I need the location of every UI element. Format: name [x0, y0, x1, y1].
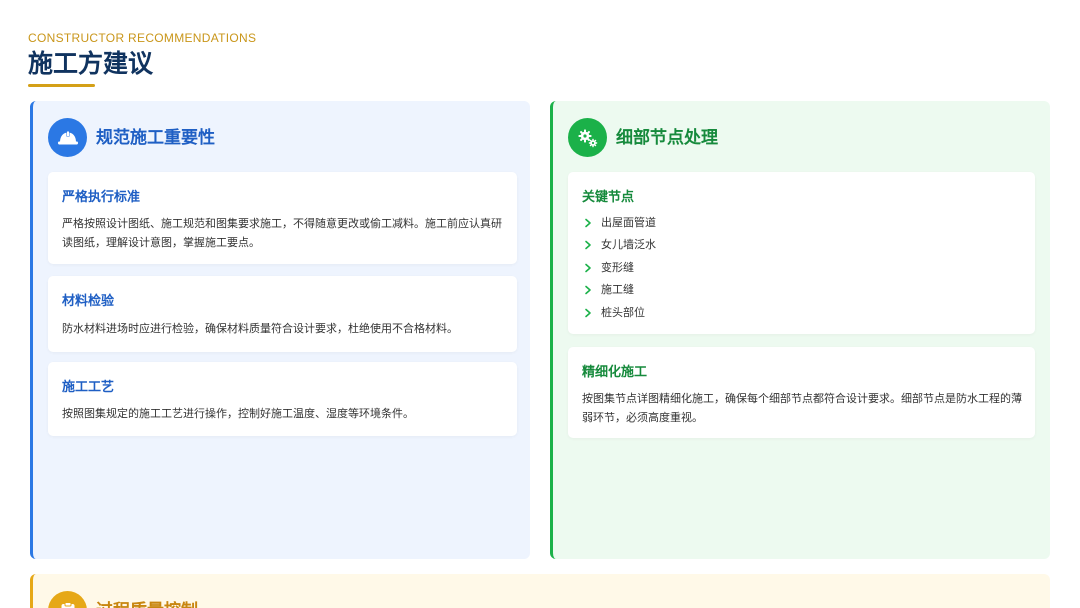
standards-card-header: 规范施工重要性: [48, 118, 215, 157]
hard-hat-icon: [48, 118, 87, 157]
list-item-label: 桩头部位: [601, 306, 645, 319]
details-card-title: 细部节点处理: [616, 127, 718, 148]
list-item-label: 女儿墙泛水: [601, 238, 656, 251]
chevron-right-icon: [584, 305, 600, 321]
refined-construction-heading: 精细化施工: [582, 365, 648, 380]
standards-card-title: 规范施工重要性: [96, 127, 215, 148]
clipboard-icon: [48, 591, 87, 608]
standards-item-box: 施工工艺 按照图集规定的施工工艺进行操作，控制好施工温度、湿度等环境条件。: [48, 362, 517, 436]
standards-item-text: 按照图集规定的施工工艺进行操作，控制好施工温度、湿度等环境条件。: [62, 407, 414, 420]
list-item: 变形缝: [584, 260, 634, 276]
standards-item-text: 严格按照设计图纸、施工规范和图集要求施工，不得随意更改或偷工减料。施工前应认真研…: [62, 217, 502, 249]
chevron-right-icon: [584, 215, 600, 231]
details-card: 细部节点处理 关键节点 出屋面管道 女儿墙泛水 变形缝 施工缝 桩头部位 精细化…: [550, 101, 1050, 559]
chevron-right-icon: [584, 282, 600, 298]
standards-item-text: 防水材料进场时应进行检验，确保材料质量符合设计要求，杜绝使用不合格材料。: [62, 322, 458, 335]
standards-item-box: 严格执行标准 严格按照设计图纸、施工规范和图集要求施工，不得随意更改或偷工减料。…: [48, 172, 517, 264]
list-item-label: 出屋面管道: [601, 216, 656, 229]
list-item: 女儿墙泛水: [584, 237, 656, 253]
page-title: 施工方建议: [28, 49, 154, 78]
gears-icon: [568, 118, 607, 157]
standards-card: 规范施工重要性 严格执行标准 严格按照设计图纸、施工规范和图集要求施工，不得随意…: [30, 101, 530, 559]
quality-card-header: 过程质量控制: [48, 591, 198, 608]
standards-item-box: 材料检验 防水材料进场时应进行检验，确保材料质量符合设计要求，杜绝使用不合格材料…: [48, 276, 517, 352]
standards-item-heading: 材料检验: [62, 294, 115, 309]
refined-construction-box: 精细化施工 按图集节点详图精细化施工，确保每个细部节点都符合设计要求。细部节点是…: [568, 347, 1035, 438]
header-kicker: CONSTRUCTOR RECOMMENDATIONS: [28, 31, 257, 45]
chevron-right-icon: [584, 237, 600, 253]
list-item: 桩头部位: [584, 305, 645, 321]
key-nodes-heading: 关键节点: [582, 190, 635, 205]
title-underline: [28, 84, 95, 87]
list-item: 施工缝: [584, 282, 634, 298]
list-item: 出屋面管道: [584, 215, 656, 231]
list-item-label: 变形缝: [601, 261, 634, 274]
standards-item-heading: 施工工艺: [62, 380, 115, 395]
quality-card: 过程质量控制: [30, 574, 1050, 608]
refined-construction-text: 按图集节点详图精细化施工，确保每个细部节点都符合设计要求。细部节点是防水工程的薄…: [582, 392, 1022, 424]
details-card-header: 细部节点处理: [568, 118, 718, 157]
standards-item-heading: 严格执行标准: [62, 190, 141, 205]
quality-card-title: 过程质量控制: [96, 599, 198, 608]
chevron-right-icon: [584, 260, 600, 276]
key-nodes-box: 关键节点 出屋面管道 女儿墙泛水 变形缝 施工缝 桩头部位: [568, 172, 1035, 334]
list-item-label: 施工缝: [601, 283, 634, 296]
